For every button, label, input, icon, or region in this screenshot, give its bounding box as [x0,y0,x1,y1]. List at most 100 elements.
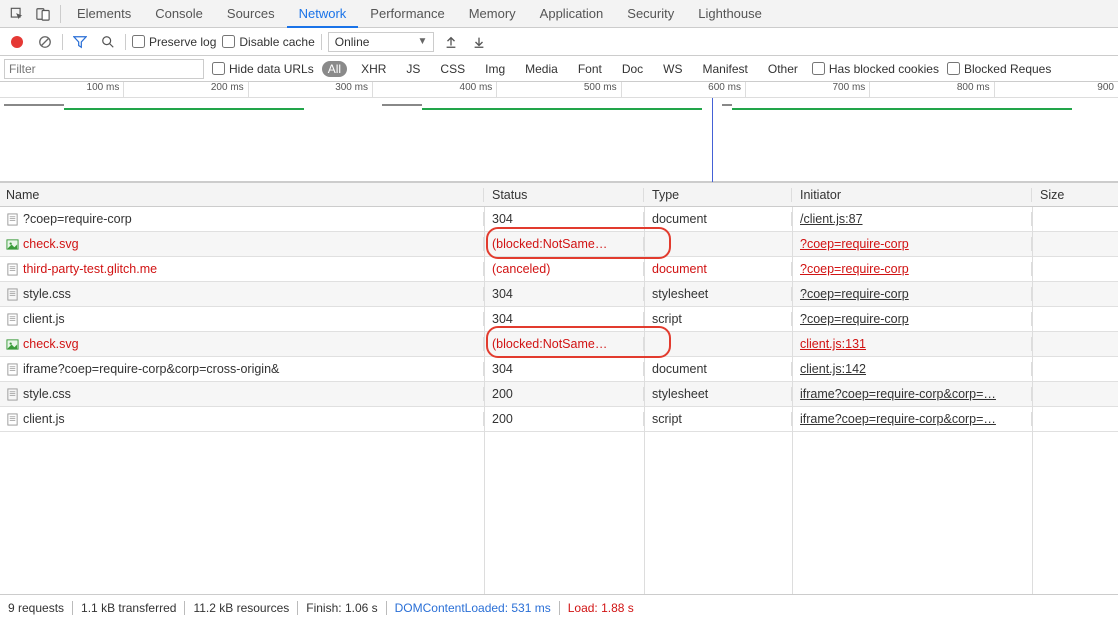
throttle-select[interactable]: Online ▼ [328,32,435,52]
separator [60,5,61,23]
request-initiator[interactable]: ?coep=require-corp [800,312,909,326]
clear-button[interactable] [34,31,56,53]
request-initiator[interactable]: ?coep=require-corp [800,287,909,301]
device-toggle-icon[interactable] [30,1,56,27]
filter-input[interactable] [4,59,204,79]
table-row[interactable]: iframe?coep=require-corp&corp=cross-orig… [0,357,1118,382]
request-name: third-party-test.glitch.me [23,262,157,276]
timeline-tick: 300 ms [248,82,372,97]
table-row[interactable]: ?coep=require-corp304document/client.js:… [0,207,1118,232]
filter-bar: Hide data URLs All XHR JS CSS Img Media … [0,56,1118,82]
col-header-size[interactable]: Size [1032,188,1118,202]
tab-console[interactable]: Console [143,0,215,28]
filter-chip-doc[interactable]: Doc [616,61,649,77]
col-header-type[interactable]: Type [644,188,792,202]
disable-cache-label: Disable cache [239,35,314,49]
search-icon[interactable] [97,31,119,53]
chevron-down-icon: ▼ [417,36,427,47]
upload-har-icon[interactable] [440,31,462,53]
request-type: stylesheet [644,287,792,301]
record-button[interactable] [6,31,28,53]
timeline-tick: 900 [994,82,1118,97]
tab-network[interactable]: Network [287,0,359,28]
timeline-ruler: 100 ms 200 ms 300 ms 400 ms 500 ms 600 m… [0,82,1118,98]
request-type: stylesheet [644,387,792,401]
filter-chip-img[interactable]: Img [479,61,511,77]
request-type: document [644,262,792,276]
tab-security[interactable]: Security [615,0,686,28]
status-requests: 9 requests [8,601,64,615]
table-row[interactable]: third-party-test.glitch.me(canceled)docu… [0,257,1118,282]
hide-data-urls-label: Hide data URLs [229,62,314,76]
timeline-tick: 800 ms [869,82,993,97]
inspect-icon[interactable] [4,1,30,27]
tab-performance[interactable]: Performance [358,0,456,28]
request-initiator[interactable]: /client.js:87 [800,212,863,226]
separator [321,34,322,50]
filter-chip-manifest[interactable]: Manifest [697,61,754,77]
tab-sources[interactable]: Sources [215,0,287,28]
status-finish: Finish: 1.06 s [306,601,377,615]
request-status: 304 [484,212,644,226]
throttle-value: Online [335,35,370,49]
timeline-tick: 500 ms [496,82,620,97]
waterfall [0,98,1118,182]
request-initiator[interactable]: client.js:131 [800,337,866,351]
tab-memory[interactable]: Memory [457,0,528,28]
filter-chip-other[interactable]: Other [762,61,804,77]
timeline-overview[interactable]: 100 ms 200 ms 300 ms 400 ms 500 ms 600 m… [0,82,1118,182]
request-name: check.svg [23,337,79,351]
filter-chip-xhr[interactable]: XHR [355,61,392,77]
separator [62,34,63,50]
tab-application[interactable]: Application [528,0,616,28]
request-name: client.js [23,412,65,426]
request-name: ?coep=require-corp [23,212,132,226]
table-row[interactable]: style.css 200stylesheet iframe?coep=requir… [0,382,1118,407]
request-initiator[interactable]: client.js:142 [800,362,866,376]
request-initiator[interactable]: iframe?coep=require-corp&corp=… [800,412,996,426]
disable-cache-checkbox[interactable]: Disable cache [222,35,314,49]
download-har-icon[interactable] [468,31,490,53]
request-table-header: Name Status Type Initiator Size [0,182,1118,207]
preserve-log-checkbox[interactable]: Preserve log [132,35,216,49]
col-header-name[interactable]: Name [0,188,484,202]
filter-chip-ws[interactable]: WS [657,61,688,77]
request-initiator[interactable]: iframe?coep=require-corp&corp=… [800,387,996,401]
table-row[interactable]: client.js200scriptiframe?coep=require-co… [0,407,1118,432]
filter-chip-font[interactable]: Font [572,61,608,77]
preserve-log-label: Preserve log [149,35,216,49]
hide-data-urls-checkbox[interactable]: Hide data URLs [212,62,314,76]
table-row[interactable]: check.svg(blocked:NotSame…?coep=require-… [0,232,1118,257]
request-status: 304 [484,362,644,376]
table-row[interactable]: check.svg(blocked:NotSame…client.js:131 [0,332,1118,357]
col-header-initiator[interactable]: Initiator [792,188,1032,202]
filter-chip-media[interactable]: Media [519,61,564,77]
separator [125,34,126,50]
request-status: (blocked:NotSame… [484,237,644,251]
filter-chip-css[interactable]: CSS [434,61,471,77]
table-row[interactable]: client.js304script?coep=require-corp [0,307,1118,332]
filter-chip-all[interactable]: All [322,61,347,77]
col-header-status[interactable]: Status [484,188,644,202]
blocked-requests-checkbox[interactable]: Blocked Reques [947,62,1051,76]
request-status: 200 [484,387,644,401]
filter-icon[interactable] [69,31,91,53]
status-resources: 11.2 kB resources [193,601,289,615]
filter-chip-js[interactable]: JS [400,61,426,77]
tab-elements[interactable]: Elements [65,0,143,28]
request-status: 304 [484,287,644,301]
timeline-tick: 600 ms [621,82,745,97]
request-initiator[interactable]: ?coep=require-corp [800,262,909,276]
request-name: client.js [23,312,65,326]
request-table: ?coep=require-corp304document/client.js:… [0,207,1118,594]
table-row[interactable]: style.css 304stylesheet ?coep=require-corp [0,282,1118,307]
request-name: style.css [23,387,71,401]
devtools-tabbar: Elements Console Sources Network Perform… [0,0,1118,28]
request-initiator[interactable]: ?coep=require-corp [800,237,909,251]
blocked-requests-label: Blocked Reques [964,62,1051,76]
request-name: style.css [23,287,71,301]
timeline-tick: 100 ms [0,82,123,97]
request-name: iframe?coep=require-corp&corp=cross-orig… [23,362,279,376]
has-blocked-cookies-checkbox[interactable]: Has blocked cookies [812,62,939,76]
tab-lighthouse[interactable]: Lighthouse [686,0,774,28]
